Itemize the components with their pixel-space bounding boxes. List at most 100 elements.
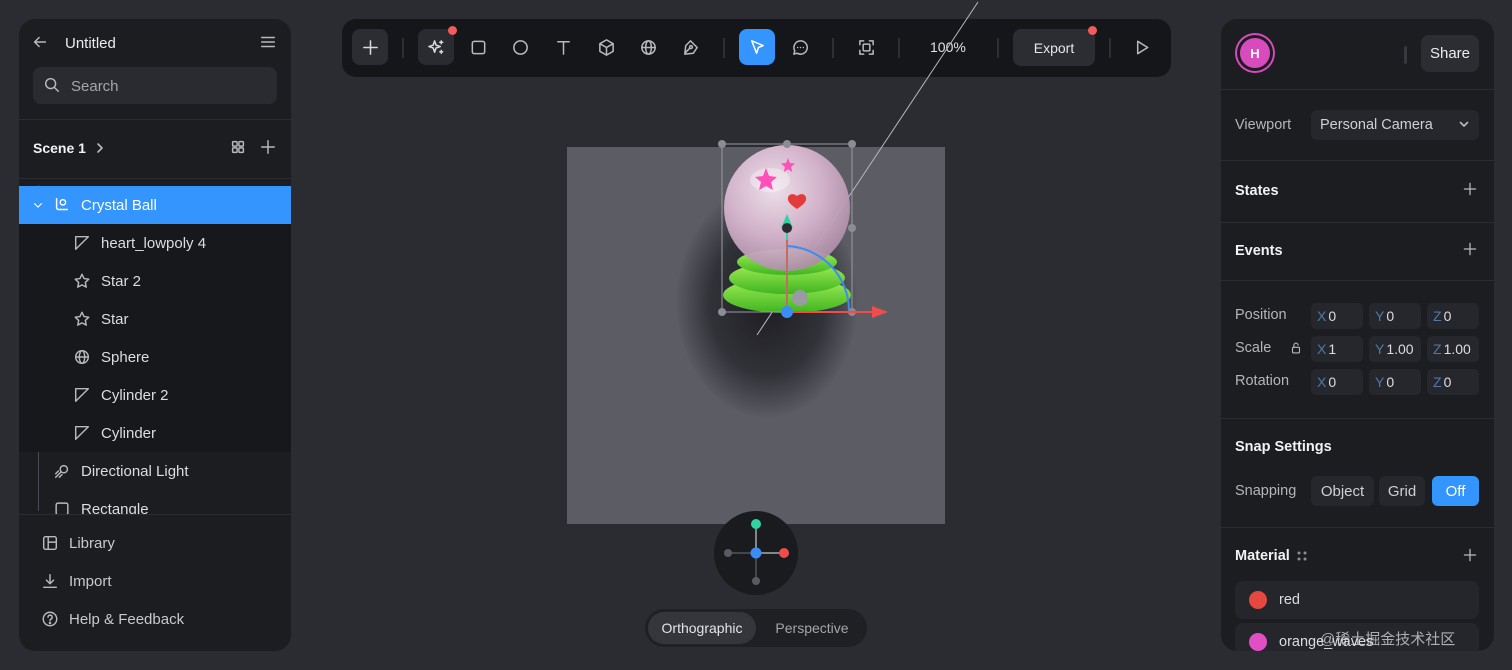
user-avatar[interactable]: H [1237, 35, 1273, 71]
layer-item-rectangle[interactable]: Rectangle [19, 490, 291, 515]
material-swatch [1249, 633, 1267, 651]
layer-item-sphere[interactable]: Sphere [19, 338, 291, 376]
layer-label: Rectangle [81, 500, 149, 516]
rotation-z-input[interactable]: Z0 [1427, 369, 1479, 395]
frame-focus-icon [857, 38, 876, 57]
export-button[interactable]: Export [1013, 29, 1095, 66]
drag-handle-icon[interactable] [1295, 549, 1309, 563]
help-link[interactable]: Help & Feedback [41, 610, 184, 628]
watermark: @稀土掘金技术社区 [1320, 631, 1456, 648]
toolbar-divider [1109, 38, 1111, 58]
canvas-artboard[interactable] [567, 147, 945, 524]
layers-header: Untitled [19, 19, 291, 65]
position-z-input[interactable]: Z0 [1427, 303, 1479, 329]
orthographic-option[interactable]: Orthographic [648, 612, 756, 644]
layer-item-heart[interactable]: heart_lowpoly 4 [19, 224, 291, 262]
position-y-input[interactable]: Y0 [1369, 303, 1421, 329]
import-icon [41, 572, 59, 590]
light-icon [53, 462, 71, 480]
chevron-down-icon[interactable] [31, 198, 45, 212]
perspective-option[interactable]: Perspective [760, 612, 864, 644]
axis-x-label: X [1317, 308, 1327, 324]
projection-toggle[interactable]: Orthographic Perspective [645, 609, 867, 647]
object-shadow [677, 187, 857, 417]
pen-icon [681, 38, 700, 57]
add-scene-icon[interactable] [259, 138, 277, 156]
plus-icon [361, 38, 380, 57]
axis-x-label: X [1317, 341, 1327, 357]
scene-label: Scene 1 [33, 140, 86, 156]
library-link[interactable]: Library [41, 534, 115, 552]
axis-y-label: Y [1375, 308, 1385, 324]
divider [1221, 160, 1494, 161]
position-y-value: 0 [1386, 308, 1395, 324]
layer-label: Directional Light [81, 462, 189, 480]
scale-y-value: 1.00 [1386, 341, 1414, 357]
text-tool[interactable] [545, 29, 581, 65]
rotation-x-input[interactable]: X0 [1311, 369, 1363, 395]
add-state-icon[interactable] [1462, 181, 1478, 197]
rectangle-tool[interactable] [460, 29, 496, 65]
position-z-value: 0 [1443, 308, 1452, 324]
circle-icon [511, 38, 530, 57]
position-x-input[interactable]: X0 [1311, 303, 1363, 329]
scale-x-input[interactable]: X1 [1311, 336, 1363, 362]
toolbar-divider [723, 38, 725, 58]
layer-item-cylinder-2[interactable]: Cylinder 2 [19, 376, 291, 414]
search-icon [43, 76, 61, 94]
back-arrow-icon[interactable] [31, 33, 49, 51]
divider [1221, 527, 1494, 528]
ai-tool-button[interactable] [418, 29, 454, 65]
rotation-x-value: 0 [1328, 374, 1337, 390]
zoom-level[interactable]: 100% [930, 39, 966, 55]
states-heading: States [1235, 183, 1279, 199]
snap-off-option[interactable]: Off [1432, 476, 1479, 506]
snap-object-option[interactable]: Object [1311, 476, 1374, 506]
material-heading: Material [1235, 548, 1290, 564]
snap-grid-option[interactable]: Grid [1379, 476, 1425, 506]
share-button[interactable]: Share [1421, 35, 1479, 72]
cube-tool[interactable] [588, 29, 624, 65]
document-title[interactable]: Untitled [65, 35, 116, 52]
material-item-red[interactable]: red [1235, 581, 1479, 619]
material-swatch [1249, 591, 1267, 609]
orientation-gizmo[interactable] [714, 511, 798, 595]
add-button[interactable] [352, 29, 388, 65]
add-material-icon[interactable] [1462, 547, 1478, 563]
comment-tool[interactable] [782, 29, 818, 65]
rotation-z-value: 0 [1443, 374, 1452, 390]
layers-panel: Untitled Scene 1 [19, 19, 291, 651]
layer-item-star-2[interactable]: Star 2 [19, 262, 291, 300]
comment-icon [791, 38, 810, 57]
layer-item-crystal-ball[interactable]: Crystal Ball [19, 186, 291, 224]
chevron-down-icon [1457, 117, 1471, 131]
select-tool[interactable] [739, 29, 775, 65]
pen-tool[interactable] [672, 29, 708, 65]
grid-view-icon[interactable] [229, 138, 247, 156]
layer-item-cylinder[interactable]: Cylinder [19, 414, 291, 452]
hamburger-menu-icon[interactable] [259, 33, 277, 51]
rotation-y-input[interactable]: Y0 [1369, 369, 1421, 395]
events-heading: Events [1235, 243, 1283, 259]
sphere-tool[interactable] [630, 29, 666, 65]
layer-item-star[interactable]: Star [19, 300, 291, 338]
layer-label: Star 2 [101, 272, 142, 290]
scale-z-input[interactable]: Z 1.00 [1427, 336, 1479, 362]
ellipse-tool[interactable] [502, 29, 538, 65]
search-field[interactable] [33, 67, 277, 104]
viewport-label: Viewport [1235, 117, 1292, 133]
properties-panel: H Share Viewport Personal Camera States … [1221, 19, 1494, 651]
viewport-select[interactable]: Personal Camera [1311, 110, 1479, 140]
scale-y-input[interactable]: Y 1.00 [1369, 336, 1421, 362]
cube-icon [597, 38, 616, 57]
lock-icon[interactable] [1289, 341, 1303, 355]
layer-item-directional-light[interactable]: Directional Light [19, 452, 291, 490]
add-event-icon[interactable] [1462, 241, 1478, 257]
import-link[interactable]: Import [41, 572, 112, 590]
play-button[interactable] [1123, 29, 1159, 65]
search-input[interactable] [71, 75, 271, 97]
toolbar-divider [997, 38, 999, 58]
layer-tree: Crystal Ball heart_lowpoly 4 Star 2 Star… [19, 185, 291, 515]
focus-frame-tool[interactable] [848, 29, 884, 65]
scene-selector[interactable]: Scene 1 [33, 140, 106, 156]
